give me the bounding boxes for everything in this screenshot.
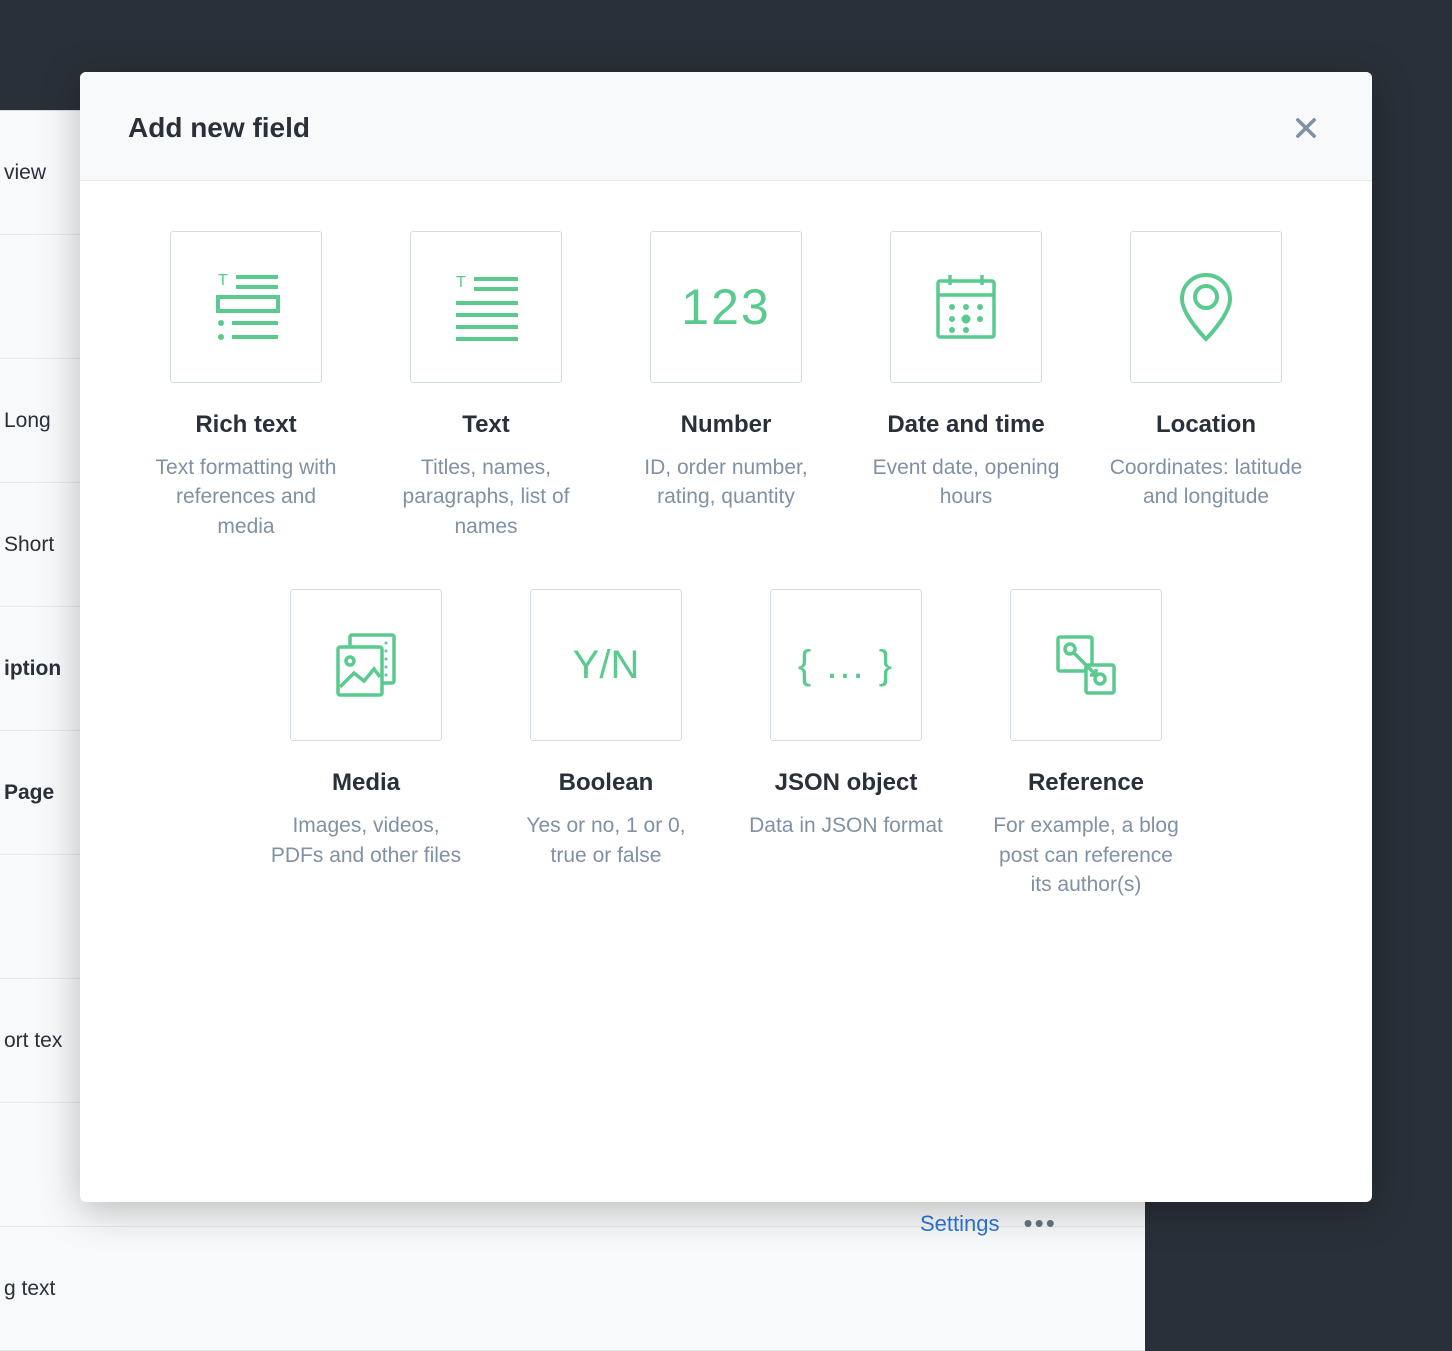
modal-header: Add new field (80, 72, 1372, 181)
field-type-date-time[interactable]: Date and time Event date, opening hours (846, 231, 1086, 589)
field-type-number[interactable]: 123 Number ID, order number, rating, qua… (606, 231, 846, 589)
field-type-boolean[interactable]: Y/N Boolean Yes or no, 1 or 0, true or f… (486, 589, 726, 947)
text-icon: T (410, 231, 562, 383)
close-icon (1292, 114, 1320, 142)
field-type-title: Location (1156, 411, 1256, 439)
more-icon[interactable]: ••• (1024, 1208, 1057, 1239)
svg-text:T: T (218, 272, 228, 289)
field-type-desc: Data in JSON format (749, 811, 943, 840)
field-type-rich-text[interactable]: T Rich text Text formatting with referen… (126, 231, 366, 589)
number-icon: 123 (650, 231, 802, 383)
field-type-desc: Coordinates: latitude and longitude (1106, 453, 1306, 512)
field-type-desc: Yes or no, 1 or 0, true or false (506, 811, 706, 870)
field-type-reference[interactable]: Reference For example, a blog post can r… (966, 589, 1206, 947)
media-icon (290, 589, 442, 741)
field-type-text[interactable]: T Text Titles, names, paragraphs, list o… (366, 231, 606, 589)
bg-row: g text (0, 1227, 1145, 1351)
field-type-desc: For example, a blog post can reference i… (986, 811, 1186, 899)
json-icon: { ... } (770, 589, 922, 741)
background-actions: Settings ••• (920, 1208, 1057, 1239)
field-type-desc: ID, order number, rating, quantity (626, 453, 826, 512)
field-type-title: Reference (1028, 769, 1144, 797)
field-type-desc: Text formatting with references and medi… (146, 453, 346, 541)
field-type-desc: Images, videos, PDFs and other files (266, 811, 466, 870)
field-type-grid: T Rich text Text formatting with referen… (120, 231, 1332, 947)
field-type-title: Boolean (559, 769, 654, 797)
field-type-title: Media (332, 769, 400, 797)
field-type-title: Number (681, 411, 772, 439)
field-type-title: Text (462, 411, 510, 439)
modal-body: T Rich text Text formatting with referen… (80, 181, 1372, 997)
svg-text:T: T (456, 274, 466, 291)
calendar-icon (890, 231, 1042, 383)
rich-text-icon: T (170, 231, 322, 383)
field-type-desc: Event date, opening hours (866, 453, 1066, 512)
field-type-media[interactable]: Media Images, videos, PDFs and other fil… (246, 589, 486, 947)
field-type-json[interactable]: { ... } JSON object Data in JSON format (726, 589, 966, 947)
field-type-title: Rich text (195, 411, 296, 439)
field-type-title: JSON object (775, 769, 918, 797)
location-pin-icon (1130, 231, 1282, 383)
boolean-icon: Y/N (530, 589, 682, 741)
reference-icon (1010, 589, 1162, 741)
close-button[interactable] (1288, 110, 1324, 146)
add-field-modal: Add new field T (80, 72, 1372, 1202)
modal-title: Add new field (128, 112, 310, 144)
settings-link[interactable]: Settings (920, 1211, 1000, 1237)
field-type-location[interactable]: Location Coordinates: latitude and longi… (1086, 231, 1326, 589)
field-type-title: Date and time (887, 411, 1044, 439)
field-type-desc: Titles, names, paragraphs, list of names (386, 453, 586, 541)
